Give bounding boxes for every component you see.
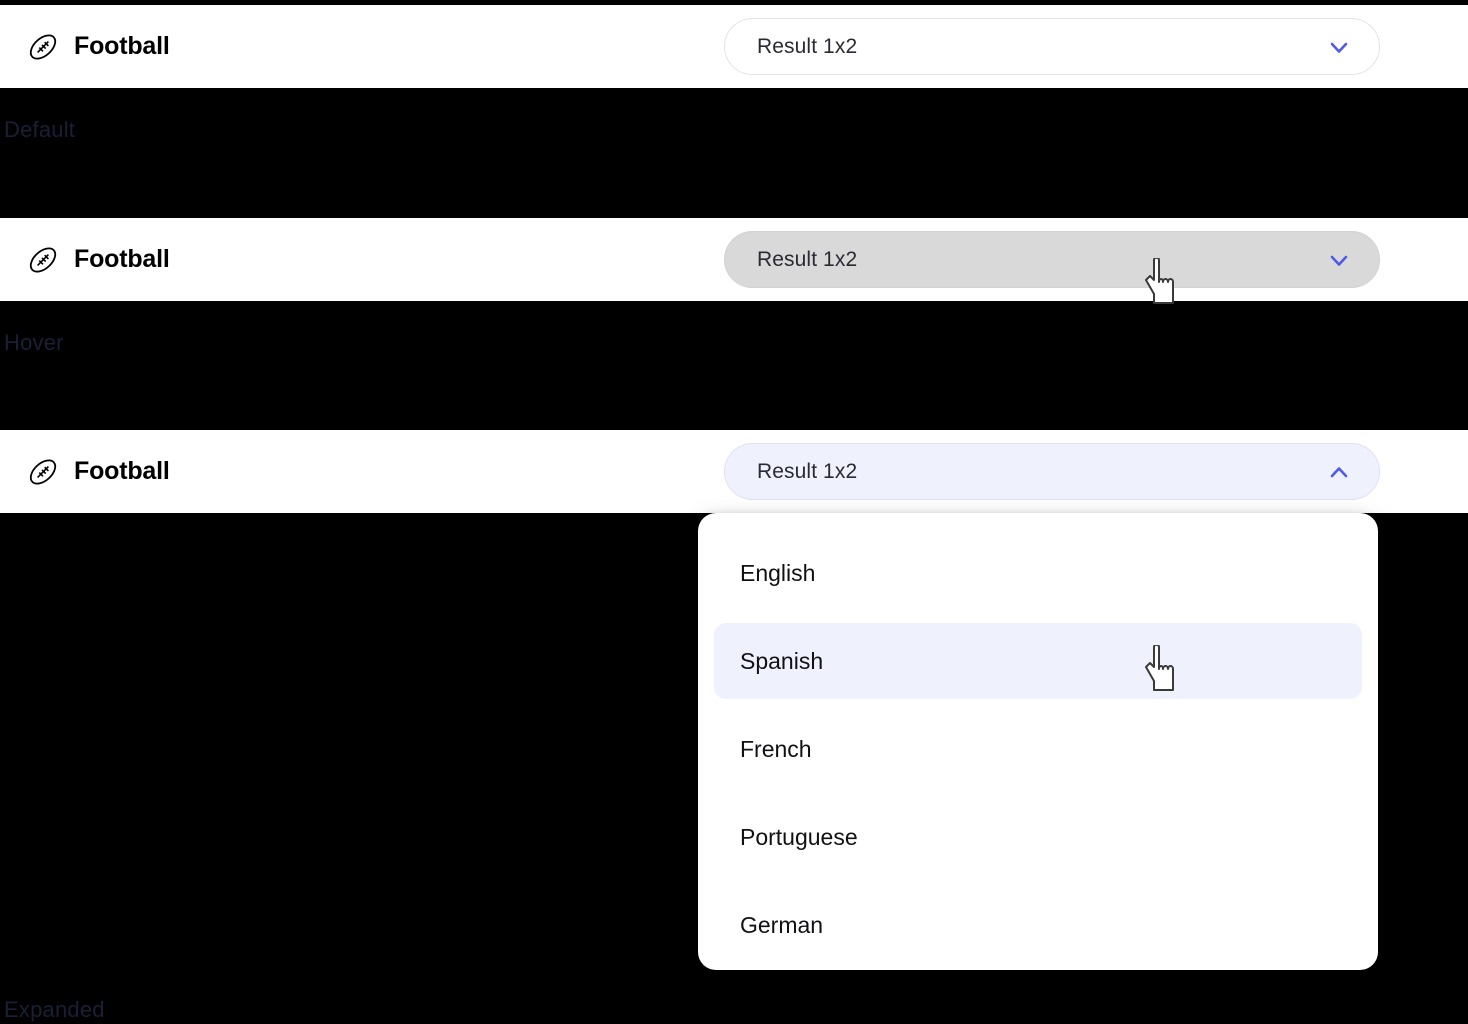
sport-label-default: Football — [26, 30, 170, 64]
football-icon — [29, 33, 57, 60]
sport-name: Football — [74, 32, 170, 60]
sport-label-hover: Football — [26, 243, 170, 277]
chevron-down-icon[interactable] — [1325, 33, 1353, 61]
menu-item-spanish[interactable]: Spanish — [714, 623, 1362, 699]
market-dropdown-hover[interactable]: Result 1x2 — [724, 231, 1380, 288]
dropdown-selected-value: Result 1x2 — [757, 459, 858, 483]
state-caption-default: Default — [4, 117, 76, 142]
menu-item-label: German — [740, 911, 824, 938]
design-states-canvas: Football Result 1x2 Default Football Res… — [0, 0, 1468, 1024]
state-caption-expanded: Expanded — [4, 997, 105, 1022]
chevron-up-icon[interactable] — [1325, 458, 1353, 486]
menu-item-label: Portuguese — [740, 823, 858, 850]
sport-label-expanded: Football — [26, 455, 170, 489]
football-icon — [29, 246, 57, 273]
state-row-hover: Football Result 1x2 — [0, 218, 1468, 301]
sport-name: Football — [74, 245, 170, 273]
language-option-list: English Spanish French Portuguese German — [714, 535, 1362, 963]
menu-item-french[interactable]: French — [714, 711, 1362, 787]
menu-item-german[interactable]: German — [714, 887, 1362, 963]
dropdown-selected-value: Result 1x2 — [757, 34, 858, 58]
menu-item-portuguese[interactable]: Portuguese — [714, 799, 1362, 875]
football-icon — [29, 458, 57, 485]
menu-item-label: English — [740, 559, 816, 586]
menu-item-label: French — [740, 735, 812, 762]
menu-item-label: Spanish — [740, 647, 824, 674]
dropdown-selected-value: Result 1x2 — [757, 247, 858, 271]
market-dropdown-expanded[interactable]: Result 1x2 — [724, 443, 1380, 500]
chevron-down-icon[interactable] — [1325, 246, 1353, 274]
state-caption-hover: Hover — [4, 330, 64, 355]
market-dropdown-default[interactable]: Result 1x2 — [724, 18, 1380, 75]
state-row-default: Football Result 1x2 — [0, 5, 1468, 88]
sport-name: Football — [74, 457, 170, 485]
language-dropdown-menu: English Spanish French Portuguese German — [698, 513, 1378, 970]
state-row-expanded: Football Result 1x2 — [0, 430, 1468, 513]
menu-item-english[interactable]: English — [714, 535, 1362, 611]
